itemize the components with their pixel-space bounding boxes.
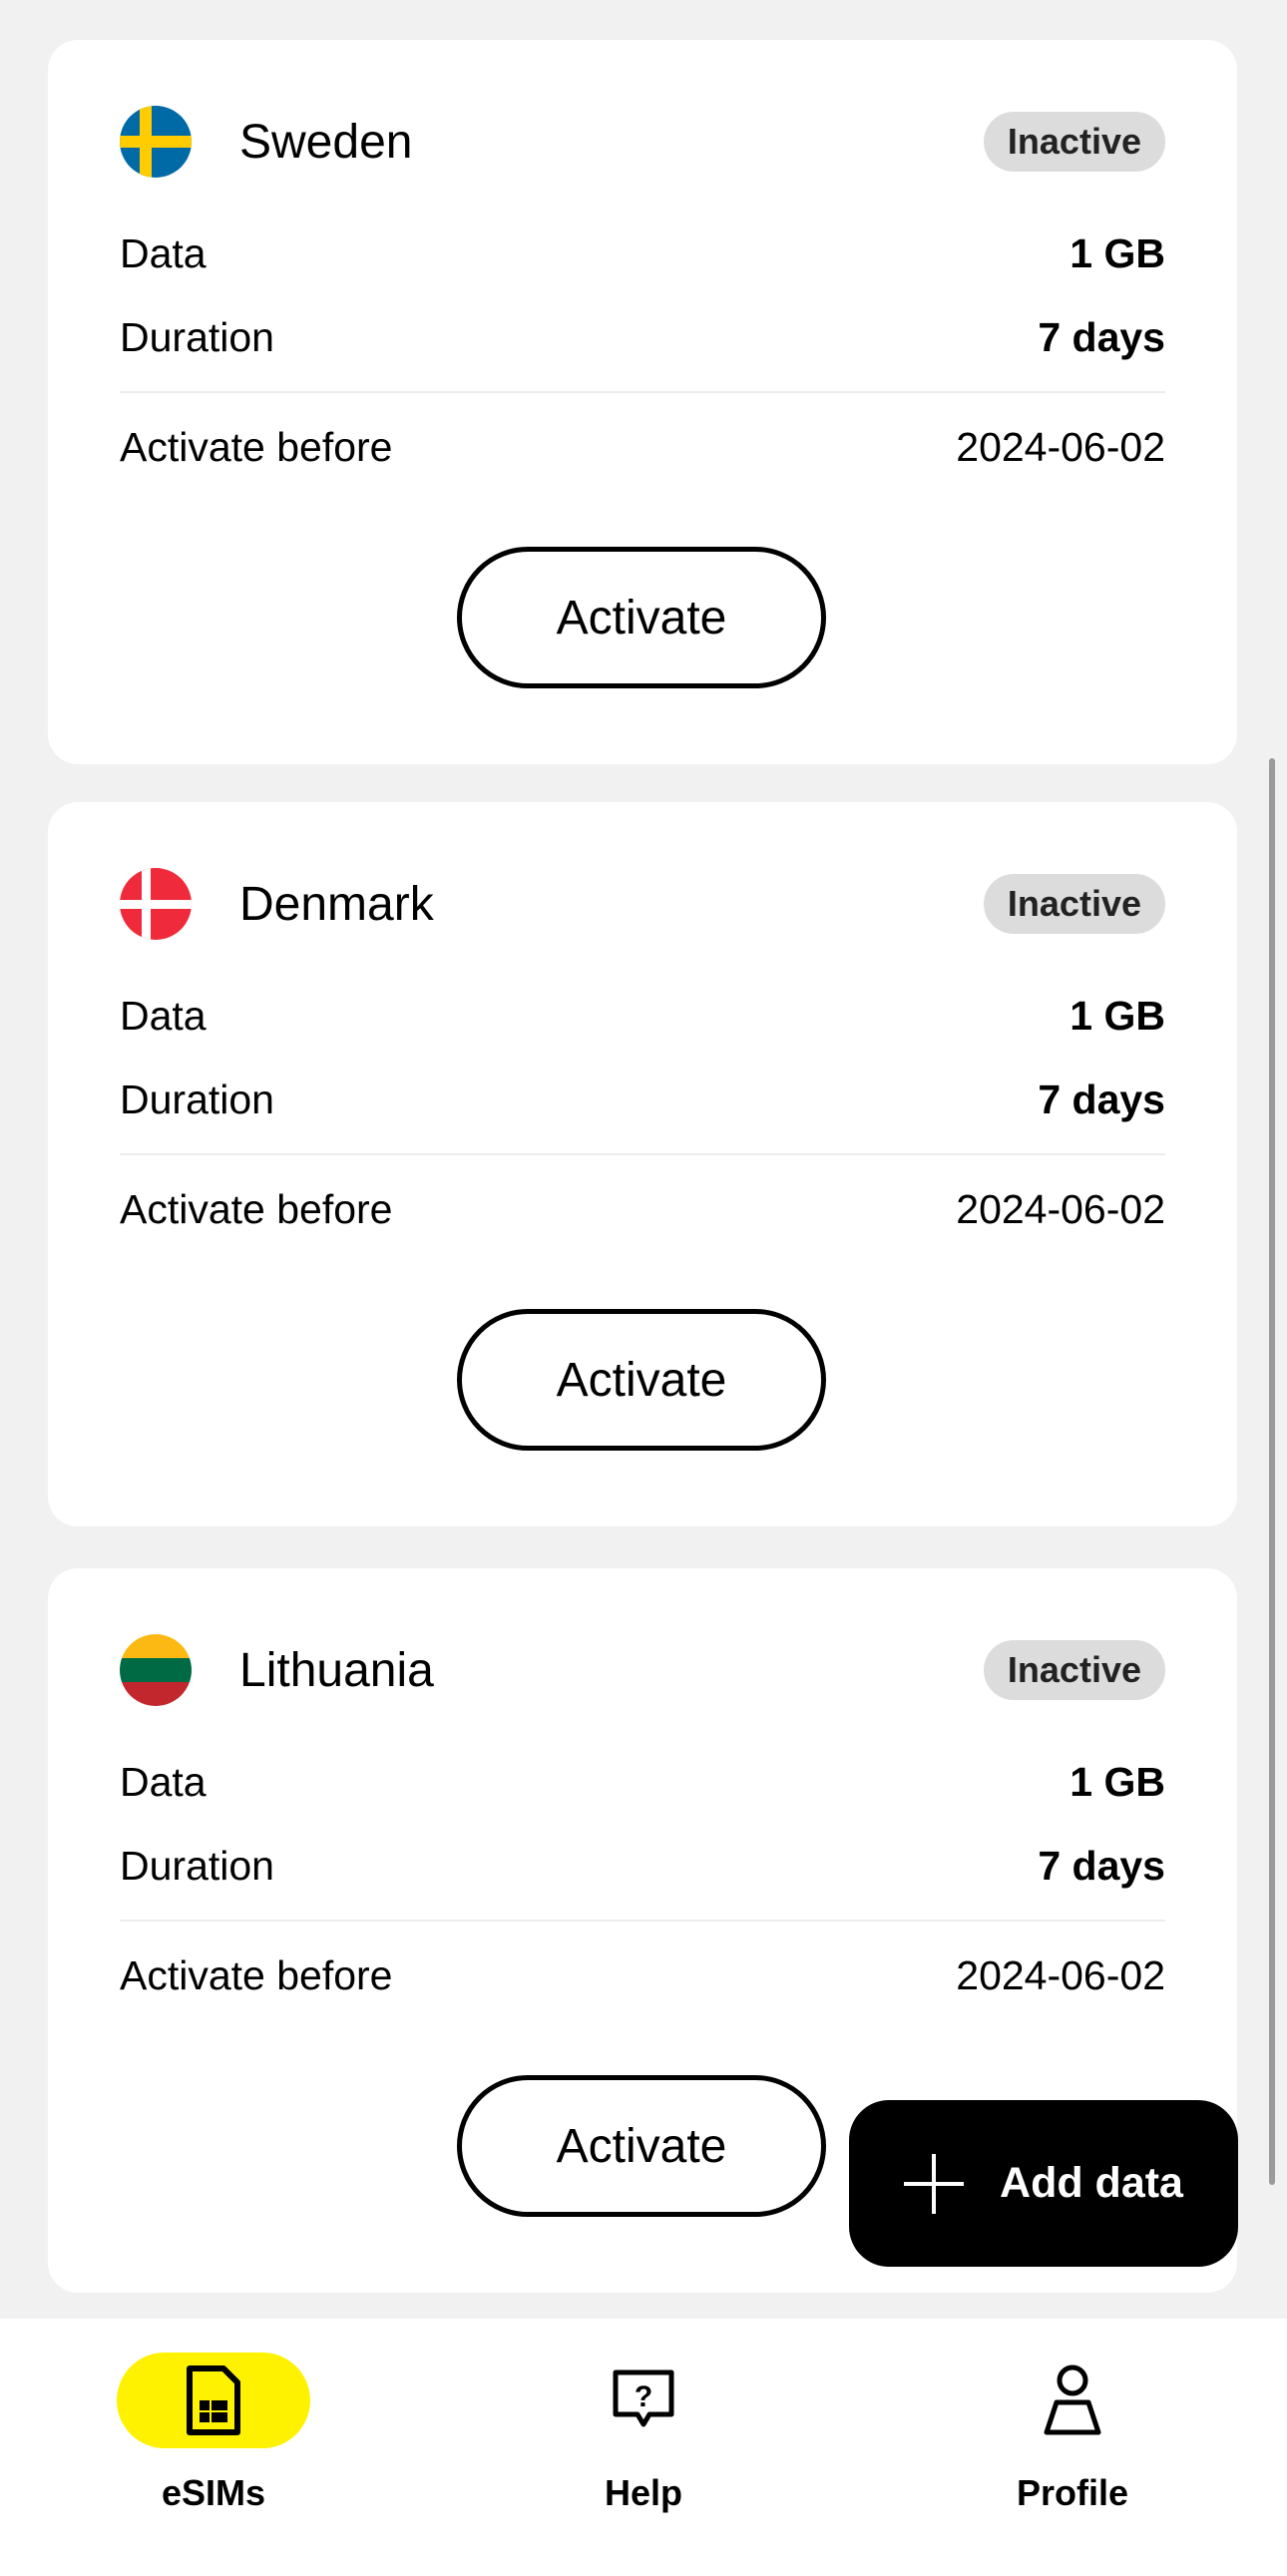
card-header: Denmark Inactive bbox=[120, 866, 1165, 942]
data-value: 1 GB bbox=[1070, 1758, 1165, 1805]
status-badge: Inactive bbox=[983, 112, 1165, 172]
duration-label: Duration bbox=[120, 1842, 274, 1889]
duration-value: 7 days bbox=[1038, 1075, 1165, 1122]
data-row: Data 1 GB bbox=[120, 223, 1165, 283]
activate-before-value: 2024-06-02 bbox=[956, 423, 1165, 470]
duration-row: Duration 7 days bbox=[120, 1836, 1165, 1896]
active-tab-indicator bbox=[117, 2353, 310, 2448]
divider bbox=[120, 391, 1165, 393]
profile-icon bbox=[1044, 2364, 1101, 2435]
card-header: Lithuania Inactive bbox=[120, 1632, 1165, 1708]
denmark-flag-icon bbox=[120, 868, 192, 940]
data-label: Data bbox=[120, 992, 207, 1039]
data-row: Data 1 GB bbox=[120, 986, 1165, 1046]
add-data-label: Add data bbox=[1000, 2159, 1183, 2207]
sweden-flag-icon bbox=[120, 106, 192, 178]
scrollbar[interactable] bbox=[1269, 758, 1275, 2185]
esim-card-denmark: Denmark Inactive Data 1 GB Duration 7 da… bbox=[48, 802, 1237, 1526]
duration-row: Duration 7 days bbox=[120, 1070, 1165, 1129]
card-header: Sweden Inactive bbox=[120, 104, 1165, 180]
activate-before-row: Activate before 2024-06-02 bbox=[120, 417, 1165, 477]
duration-value: 7 days bbox=[1038, 313, 1165, 360]
divider bbox=[120, 1153, 1165, 1155]
country-name: Lithuania bbox=[239, 1643, 434, 1697]
status-badge: Inactive bbox=[983, 1640, 1165, 1700]
duration-row: Duration 7 days bbox=[120, 307, 1165, 367]
data-label: Data bbox=[120, 229, 207, 276]
activate-before-label: Activate before bbox=[120, 1185, 393, 1232]
data-value: 1 GB bbox=[1070, 992, 1165, 1039]
tab-label: Profile bbox=[1016, 2472, 1129, 2513]
data-value: 1 GB bbox=[1070, 229, 1165, 276]
tab-esims[interactable]: eSIMs bbox=[84, 2353, 343, 2552]
lithuania-flag-icon bbox=[120, 1634, 192, 1706]
add-data-button[interactable]: Add data bbox=[849, 2100, 1238, 2267]
tab-profile[interactable]: Profile bbox=[943, 2353, 1202, 2552]
duration-label: Duration bbox=[120, 1075, 274, 1122]
help-chat-icon: ? bbox=[613, 2369, 674, 2427]
sim-card-icon bbox=[187, 2365, 240, 2435]
activate-before-row: Activate before 2024-06-02 bbox=[120, 1945, 1165, 2005]
activate-button[interactable]: Activate bbox=[457, 547, 826, 688]
country-name: Denmark bbox=[239, 877, 434, 931]
activate-before-label: Activate before bbox=[120, 1951, 393, 1998]
svg-text:?: ? bbox=[635, 2380, 652, 2413]
status-badge: Inactive bbox=[983, 874, 1165, 934]
esim-list[interactable]: Sweden Inactive Data 1 GB Duration 7 day… bbox=[0, 0, 1287, 2319]
duration-label: Duration bbox=[120, 313, 274, 360]
data-row: Data 1 GB bbox=[120, 1752, 1165, 1812]
duration-value: 7 days bbox=[1038, 1842, 1165, 1889]
activate-before-label: Activate before bbox=[120, 423, 393, 470]
plus-icon bbox=[904, 2153, 965, 2214]
activate-before-row: Activate before 2024-06-02 bbox=[120, 1179, 1165, 1239]
activate-button[interactable]: Activate bbox=[457, 2075, 826, 2217]
esim-card-sweden: Sweden Inactive Data 1 GB Duration 7 day… bbox=[48, 40, 1237, 764]
activate-before-value: 2024-06-02 bbox=[956, 1951, 1165, 1998]
divider bbox=[120, 1920, 1165, 1922]
data-label: Data bbox=[120, 1758, 207, 1805]
activate-button[interactable]: Activate bbox=[457, 1309, 826, 1451]
activate-before-value: 2024-06-02 bbox=[956, 1185, 1165, 1232]
country-name: Sweden bbox=[239, 115, 413, 169]
tab-label: eSIMs bbox=[161, 2472, 266, 2513]
bottom-tab-bar: eSIMs ? Help Profile bbox=[0, 2319, 1287, 2576]
tab-help[interactable]: ? Help bbox=[514, 2353, 773, 2552]
tab-label: Help bbox=[604, 2472, 682, 2513]
